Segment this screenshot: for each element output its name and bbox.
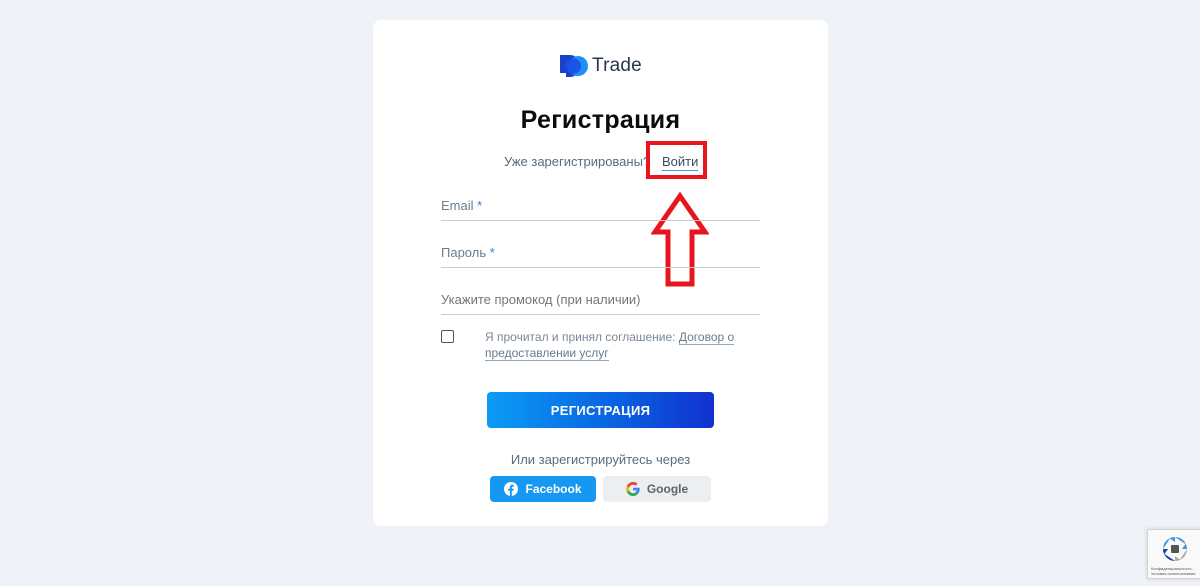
- facebook-button[interactable]: Facebook: [490, 476, 596, 502]
- facebook-icon: [504, 482, 519, 496]
- service-agreement-link-cont[interactable]: предоставлении услуг: [485, 346, 609, 361]
- promo-input[interactable]: [441, 292, 760, 313]
- logo-text: Trade: [592, 55, 642, 76]
- already-registered-text: Уже зарегистрированы?: [504, 154, 651, 169]
- agreement-checkbox[interactable]: [441, 330, 454, 343]
- promo-field[interactable]: [441, 291, 760, 315]
- logo: Trade: [560, 55, 642, 77]
- email-field[interactable]: Email *: [441, 198, 760, 221]
- recaptcha-text: Конфиденциальность - Условия использован…: [1151, 566, 1196, 576]
- page-title: Регистрация: [520, 106, 681, 134]
- register-button[interactable]: РЕГИСТРАЦИЯ: [487, 392, 714, 428]
- password-input[interactable]: [441, 246, 760, 267]
- annotation-highlight-box: [646, 141, 707, 179]
- password-field[interactable]: Пароль *: [441, 245, 760, 268]
- google-button[interactable]: Google: [603, 476, 711, 502]
- registration-card: Trade Регистрация Уже зарегистрированы? …: [373, 20, 828, 526]
- facebook-label: Facebook: [525, 482, 582, 496]
- recaptcha-icon: [1163, 537, 1187, 561]
- google-label: Google: [646, 482, 689, 496]
- agreement-text: Я прочитал и принял соглашение: Договор …: [485, 330, 735, 361]
- recaptcha-badge[interactable]: Конфиденциальность - Условия использован…: [1147, 529, 1200, 579]
- social-signup-prompt: Или зарегистрируйтесь через: [510, 452, 691, 467]
- service-agreement-link[interactable]: Договор о: [678, 330, 735, 345]
- logo-icon: [560, 55, 588, 77]
- email-input[interactable]: [441, 199, 760, 220]
- google-icon: [625, 482, 640, 496]
